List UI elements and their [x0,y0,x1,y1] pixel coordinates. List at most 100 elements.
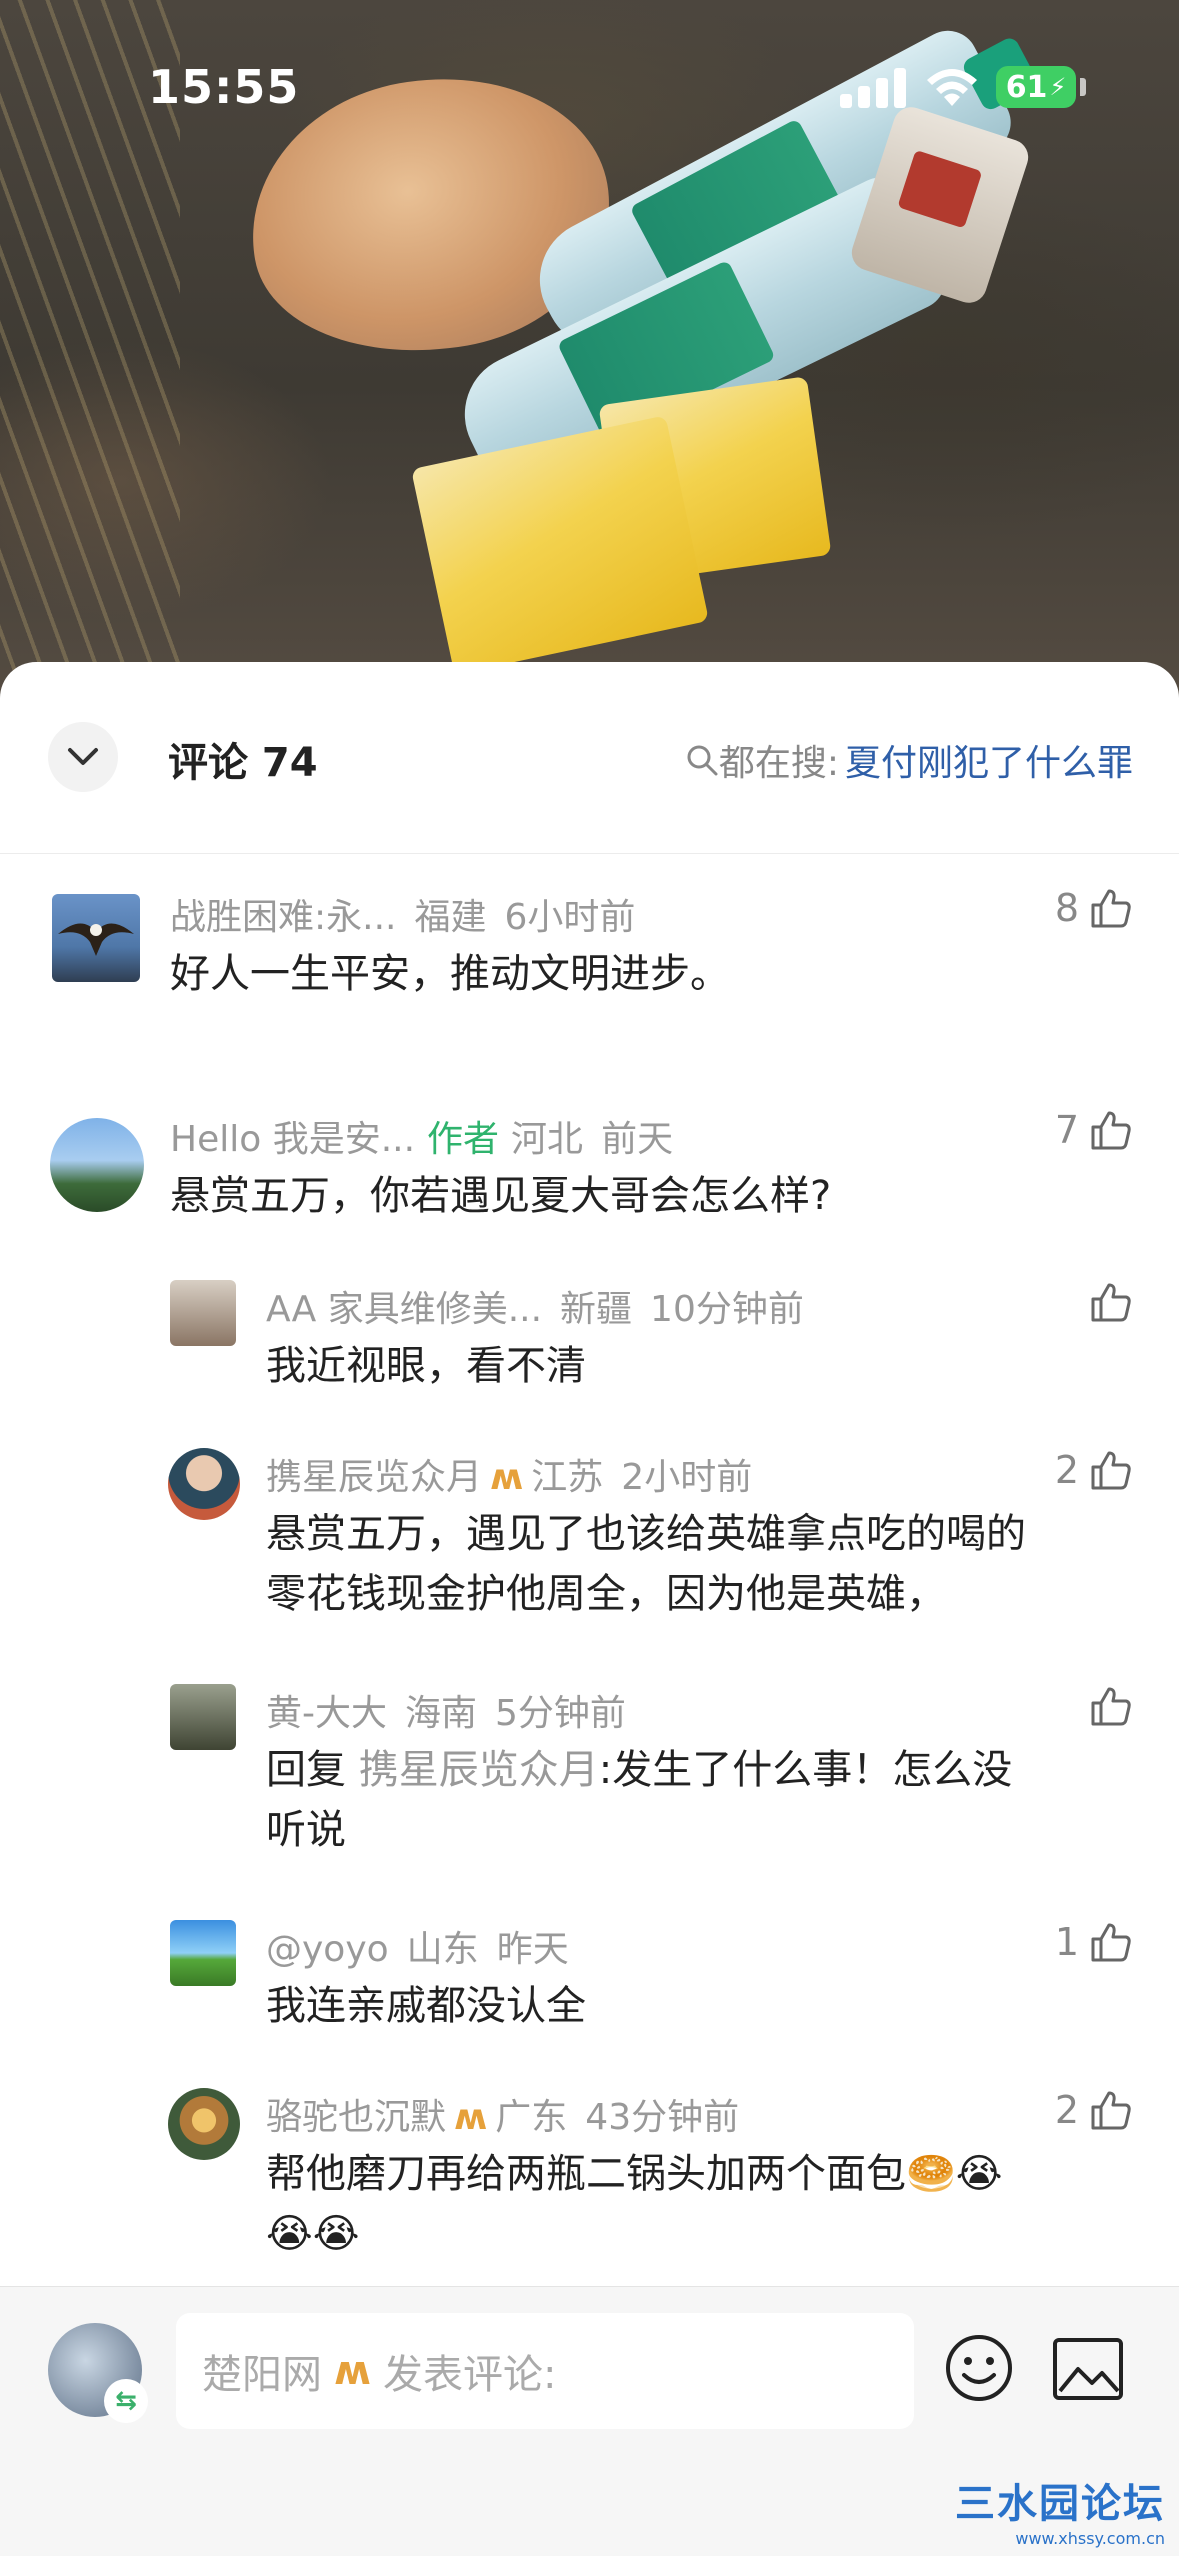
avatar[interactable] [168,2088,240,2160]
reply-text-line: 回复 携星辰览众月:发生了什么事！怎么没 [266,1740,1126,1800]
comment-text[interactable]: 悬赏五万，你若遇见夏大哥会怎么样? [170,1166,831,1226]
search-icon [687,745,718,776]
like-count: 8 [1054,886,1079,930]
status-time: 15:55 [148,60,300,114]
badge-icon: ʍ [454,2097,488,2138]
avatar[interactable] [170,1280,236,1346]
like-button[interactable]: 1 [1055,1920,1133,1964]
avatar[interactable] [170,1920,236,1986]
thumbs-up-icon [1091,1111,1131,1150]
reply-text[interactable]: 悬赏五万，遇见了也该给英雄拿点吃的喝的 零花钱现金护他周全，因为他是英雄， [266,1504,1026,1624]
like-button[interactable]: 8 [1055,886,1133,930]
reply-region: 新疆 [560,1289,633,1330]
comment-time: 6小时前 [504,897,636,938]
image-icon[interactable] [1052,2337,1124,2401]
like-count: 2 [1054,2088,1079,2132]
like-count: 7 [1054,1108,1079,1152]
collapse-button[interactable] [48,722,118,792]
cellular-signal-icon [840,68,906,108]
reply-author[interactable]: 黄-大大 [266,1693,387,1734]
like-button[interactable]: 2 [1055,2088,1133,2132]
reply-meta: AA 家具维修美... 新疆 10分钟前 [266,1280,804,1332]
eagle-icon [58,923,134,956]
reply-text[interactable]: 我近视眼，看不清 [266,1336,586,1396]
comment-author[interactable]: Hello 我是安... [170,1119,415,1160]
thumbs-up-icon [1091,1687,1131,1726]
watermark-title: 三水园论坛 [955,2481,1165,2527]
search-keyword[interactable]: 夏付刚犯了什么罪 [845,734,1133,786]
reply-meta: 携星辰览众月 ʍ 江苏 2小时前 [266,1448,752,1500]
battery-indicator: 61 ⚡ [996,66,1076,108]
like-button[interactable] [1089,1280,1133,1324]
reply-meta: @yoyo 山东 昨天 [266,1920,569,1972]
reply-text-line: 零花钱现金护他周全，因为他是英雄， [266,1571,946,1617]
site-watermark: 三水园论坛 www.xhssy.com.cn [955,2471,1165,2548]
reply-author[interactable]: 骆驼也沉默 [266,2097,446,2138]
comment-input[interactable]: 楚阳网 ʍ 发表评论: [176,2313,914,2429]
reply-to-user[interactable]: 携星辰览众月 [359,1747,599,1793]
reply-author[interactable]: 携星辰览众月 [266,1457,482,1498]
reply-prefix: 回复 [266,1747,346,1793]
reply-author[interactable]: @yoyo [266,1929,389,1970]
thumbs-up-icon [1091,1283,1131,1322]
watermark-url: www.xhssy.com.cn [1015,2529,1165,2548]
emoji-icon[interactable] [944,2333,1014,2403]
comment-time: 前天 [601,1119,674,1160]
reply-time: 5分钟前 [495,1693,626,1734]
like-count: 1 [1054,1920,1079,1964]
reply-time: 43分钟前 [585,2097,740,2138]
comments-count-title: 评论 74 [168,740,318,786]
wifi-icon [927,69,977,106]
avatar[interactable] [50,1118,144,1212]
comment-composer-bar: ⇆ 楚阳网 ʍ 发表评论: 三水园论坛 www.xhssy.com.cn [0,2286,1179,2556]
reply-region: 海南 [405,1693,478,1734]
reply-text[interactable]: 帮他磨刀再给两瓶二锅头加两个面包🥯😭 😭😭 [266,2144,1003,2264]
comments-sheet: 评论 74 都在搜: 夏付刚犯了什么罪 战胜困难:永... 福建 6小时前 好人一生… [0,662,1179,2556]
reply-region: 山东 [406,1929,479,1970]
thumbs-up-icon [1091,1923,1131,1962]
status-bar: 15:55 61 ⚡ [0,0,1179,180]
reply-time: 昨天 [496,1929,569,1970]
thumbs-up-icon [1091,1451,1131,1490]
reply-time: 2小时前 [621,1457,753,1498]
reply-region: 广东 [495,2097,568,2138]
snack-pack [411,415,709,675]
comment-author[interactable]: 战胜困难:永... [170,897,396,938]
reply-text-line: 😭😭 [266,2211,360,2257]
reply-text-content: :发生了什么事！怎么没 [598,1747,1013,1793]
author-tag: 作者 [427,1119,500,1160]
reply-author[interactable]: AA 家具维修美... [266,1289,542,1330]
battery-nub [1080,78,1086,96]
comment-meta: 战胜困难:永... 福建 6小时前 [170,888,635,940]
like-button[interactable] [1089,1684,1133,1728]
badge-icon: ʍ [334,2348,371,2394]
comments-header: 评论 74 都在搜: 夏付刚犯了什么罪 [0,662,1179,854]
reply-meta: 黄-大大 海南 5分钟前 [266,1684,626,1736]
composer-user: 楚阳网 [202,2352,322,2398]
avatar[interactable] [168,1448,240,1520]
reply-text-line: 悬赏五万，遇见了也该给英雄拿点吃的喝的 [266,1511,1026,1557]
thumbs-up-icon [1091,889,1131,928]
reply-text-line: 听说 [266,1807,346,1853]
comment-region: 福建 [414,897,487,938]
reply-region: 江苏 [531,1457,604,1498]
reply-text[interactable]: 回复 携星辰览众月:发生了什么事！怎么没 听说 [266,1740,1126,1860]
reply-text[interactable]: 我连亲戚都没认全 [266,1976,586,2036]
like-count: 2 [1054,1448,1079,1492]
trending-search-link[interactable]: 都在搜: 夏付刚犯了什么罪 [685,734,1133,786]
reply-text-line: 帮他磨刀再给两瓶二锅头加两个面包🥯😭 [266,2151,1003,2197]
composer-placeholder: 发表评论: [382,2352,557,2398]
comment-text[interactable]: 好人一生平安，推动文明进步。 [170,944,730,1004]
avatar[interactable] [52,894,140,982]
switch-account-icon[interactable]: ⇆ [104,2379,148,2423]
comment-region: 河北 [511,1119,584,1160]
battery-level: 61 [1005,69,1048,105]
chevron-down-icon [68,748,98,765]
search-prefix: 都在搜: [718,743,839,784]
badge-icon: ʍ [490,1457,524,1498]
reply-meta: 骆驼也沉默 ʍ 广东 43分钟前 [266,2088,739,2140]
avatar[interactable] [170,1684,236,1750]
comment-meta: Hello 我是安... 作者 河北 前天 [170,1110,673,1162]
like-button[interactable]: 2 [1055,1448,1133,1492]
like-button[interactable]: 7 [1055,1108,1133,1152]
